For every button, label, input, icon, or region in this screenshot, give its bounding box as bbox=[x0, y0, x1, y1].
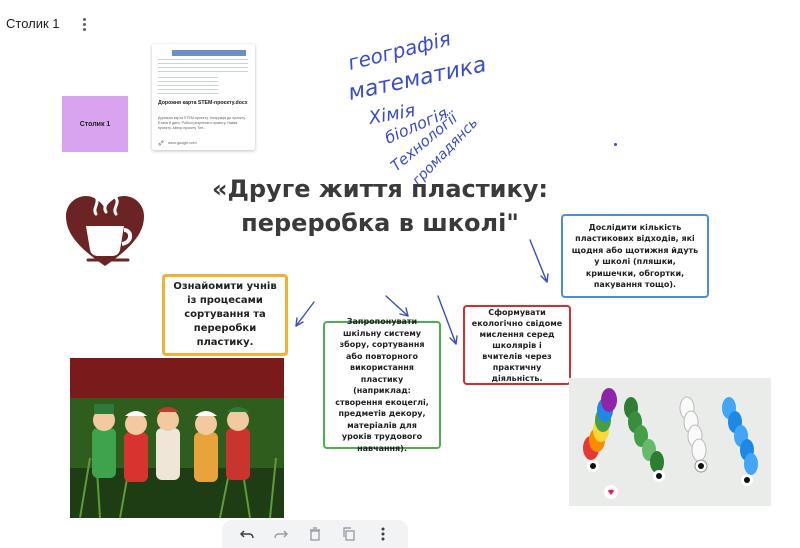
main-title[interactable]: «Друге життя пластику: переробка в школі… bbox=[200, 172, 560, 240]
doc-thumbnail bbox=[158, 47, 248, 97]
heart-cup-icon bbox=[66, 192, 144, 266]
goal-box-orange[interactable]: Ознайомити учнів із процесами сортування… bbox=[162, 274, 288, 356]
undo-button[interactable] bbox=[236, 523, 258, 545]
board-menu-icon[interactable] bbox=[76, 14, 92, 34]
goal-box-blue[interactable]: Дослідити кількість пластикових відходів… bbox=[561, 214, 709, 298]
title-line-1: «Друге життя пластику: bbox=[212, 175, 548, 203]
undo-icon bbox=[239, 530, 254, 539]
board-title[interactable]: Столик 1 bbox=[6, 16, 60, 31]
doc-snippet: Дорожня карта STEM-проєкту. Інструкція д… bbox=[158, 116, 246, 130]
copy-icon bbox=[343, 527, 355, 541]
handwriting-annotations[interactable]: географія математика Хімія біологія Техн… bbox=[340, 6, 520, 188]
goal-box-red[interactable]: Сформувати екологічно свідоме мислення с… bbox=[463, 305, 571, 385]
ink-dot bbox=[614, 143, 617, 146]
doc-link-card[interactable]: Дорожня карта STEM-проєкту.docx Дорожня … bbox=[152, 44, 255, 150]
bottle-dolls-image bbox=[70, 358, 284, 518]
bottom-toolbar bbox=[222, 520, 408, 548]
delete-button[interactable] bbox=[304, 523, 326, 545]
more-vert-icon bbox=[381, 527, 385, 541]
heart-cup-logo[interactable] bbox=[36, 154, 174, 288]
doc-link[interactable]: docs.google.com bbox=[158, 140, 197, 146]
sticky-note-text: Столик 1 bbox=[79, 120, 111, 128]
delete-icon bbox=[310, 527, 320, 541]
goal-text: Сформувати екологічно свідоме мислення с… bbox=[471, 307, 563, 383]
redo-button[interactable] bbox=[270, 523, 292, 545]
caterpillars-image bbox=[569, 378, 771, 506]
goal-text: Запропонувати шкільну систему збору, сор… bbox=[335, 317, 429, 453]
bottle-dolls-photo[interactable] bbox=[70, 358, 284, 518]
arrow bbox=[295, 301, 315, 327]
title-line-2: переробка в школі" bbox=[241, 209, 519, 237]
more-options-button[interactable] bbox=[372, 523, 394, 545]
copy-button[interactable] bbox=[338, 523, 360, 545]
doc-title: Дорожня карта STEM-проєкту.docx bbox=[158, 100, 248, 106]
goal-text: Дослідити кількість пластикових відходів… bbox=[571, 222, 699, 290]
redo-icon bbox=[274, 530, 289, 539]
link-icon bbox=[158, 140, 164, 146]
sticky-note[interactable]: Столик 1 bbox=[62, 96, 128, 152]
goal-text: Ознайомити учнів із процесами сортування… bbox=[173, 281, 277, 348]
goal-box-green[interactable]: Запропонувати шкільну систему збору, сор… bbox=[323, 317, 441, 453]
bottle-cap-caterpillars-photo[interactable] bbox=[569, 378, 771, 506]
doc-link-text: docs.google.com bbox=[168, 141, 197, 145]
